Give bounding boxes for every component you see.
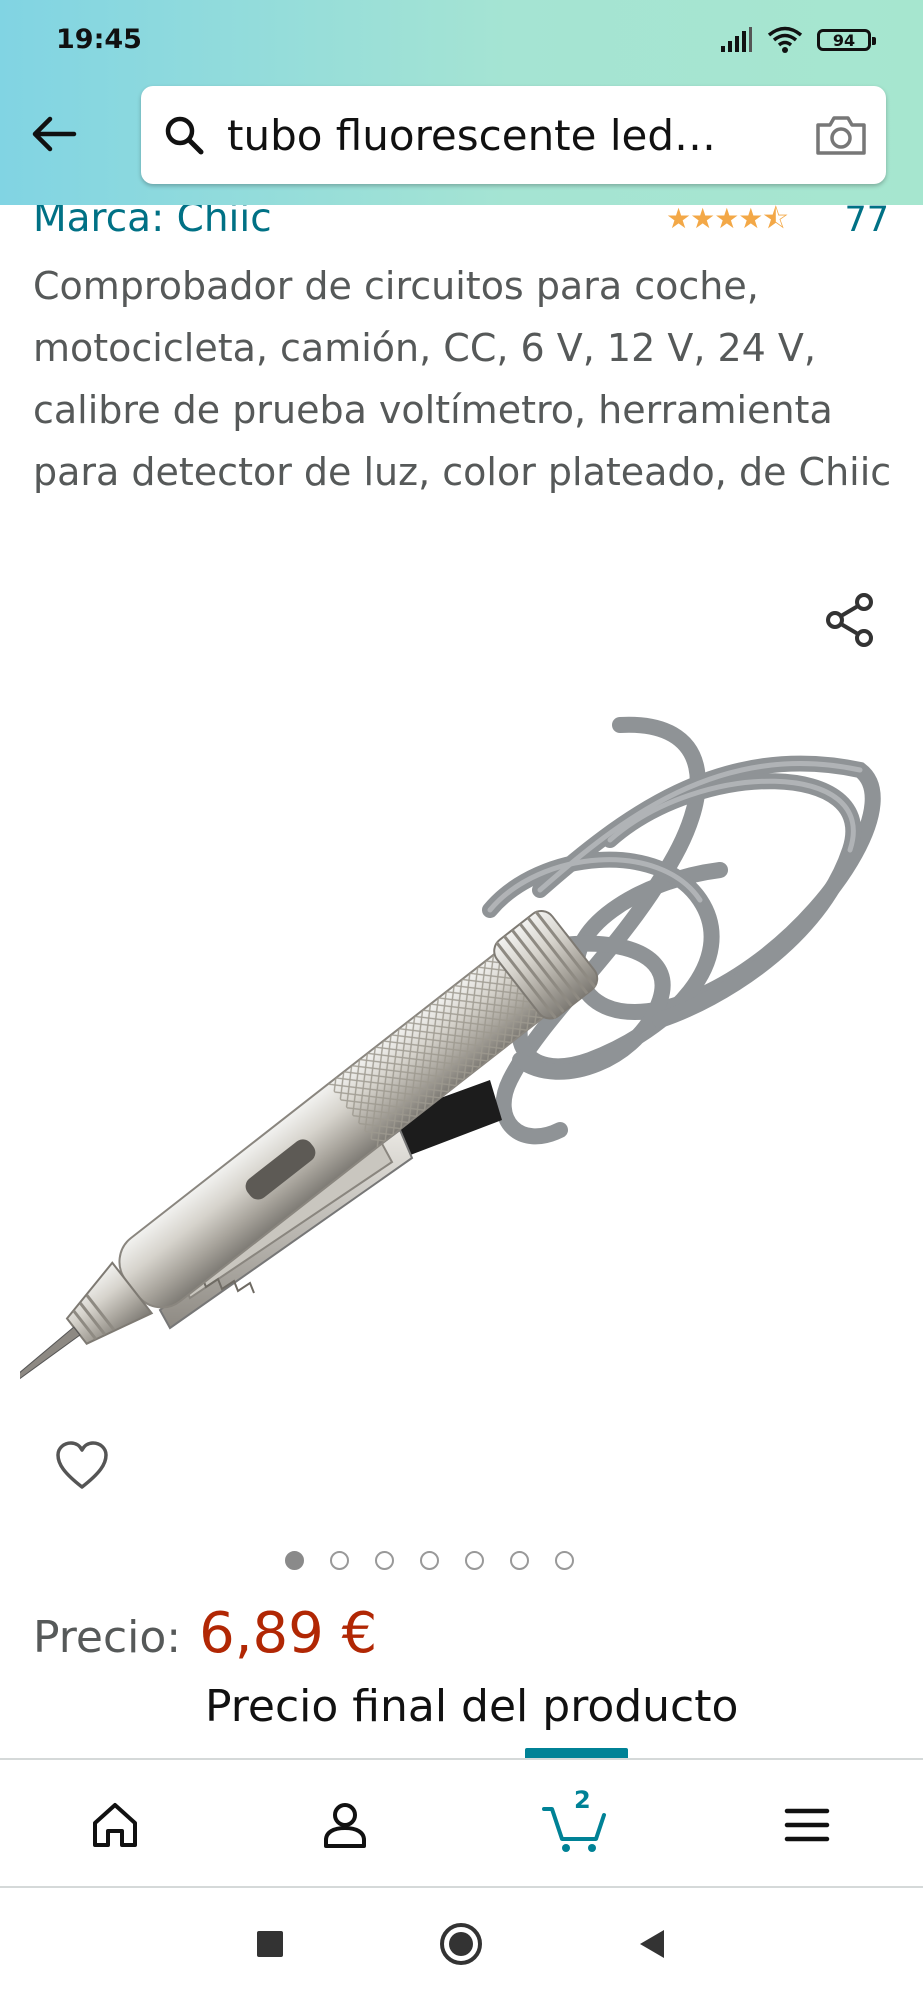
nav-menu[interactable] xyxy=(762,1780,852,1870)
nav-home[interactable] xyxy=(70,1780,160,1870)
battery-icon: 94 xyxy=(817,29,876,51)
camera-icon[interactable] xyxy=(796,113,886,157)
carousel-dot[interactable] xyxy=(555,1551,574,1570)
wifi-icon xyxy=(767,26,803,53)
recents-button[interactable] xyxy=(240,1914,300,1974)
heart-icon xyxy=(56,1441,108,1489)
carousel-dot[interactable] xyxy=(465,1551,484,1570)
share-icon xyxy=(826,593,873,647)
price-note: Precio final del producto xyxy=(205,1681,739,1732)
bottom-navigation: 2 xyxy=(0,1748,923,1888)
carousel-dot[interactable] xyxy=(510,1551,529,1570)
system-navigation-bar xyxy=(0,1888,923,2000)
rating-stars[interactable]: ★★★★⯪ xyxy=(666,198,789,246)
price-value: 6,89 € xyxy=(199,1601,378,1666)
circle-icon xyxy=(440,1923,482,1965)
status-time: 19:45 xyxy=(56,24,142,55)
share-button[interactable] xyxy=(818,588,882,652)
product-title: Comprobador de circuitos para coche, mot… xyxy=(33,264,892,494)
active-tab-indicator xyxy=(525,1748,628,1758)
carousel-dot[interactable] xyxy=(285,1551,304,1570)
price-row: Precio: 6,89 € xyxy=(33,1601,377,1666)
rating-count[interactable]: 77 xyxy=(844,200,889,240)
app-header: 19:45 94 tubo fluorescente led… xyxy=(0,0,923,205)
nav-account[interactable] xyxy=(300,1780,390,1870)
product-image[interactable] xyxy=(20,700,903,1390)
account-icon xyxy=(324,1803,366,1848)
wishlist-button[interactable] xyxy=(52,1436,112,1496)
home-icon xyxy=(93,1803,137,1847)
status-icons: 94 xyxy=(719,26,876,54)
signal-icon xyxy=(721,27,752,52)
cart-count-badge: 2 xyxy=(574,1786,591,1814)
back-button[interactable] xyxy=(26,106,82,162)
nav-cart[interactable]: 2 xyxy=(530,1780,620,1870)
carousel-dot[interactable] xyxy=(420,1551,439,1570)
search-input[interactable]: tubo fluorescente led… xyxy=(227,111,796,160)
carousel-dot[interactable] xyxy=(330,1551,349,1570)
search-icon xyxy=(141,113,227,157)
home-button[interactable] xyxy=(431,1914,491,1974)
menu-icon xyxy=(784,1808,830,1842)
arrow-left-icon xyxy=(32,116,77,152)
price-label: Precio: xyxy=(33,1612,182,1663)
back-nav-button[interactable] xyxy=(622,1914,682,1974)
search-bar[interactable]: tubo fluorescente led… xyxy=(141,86,886,184)
square-icon xyxy=(257,1931,283,1957)
triangle-left-icon xyxy=(640,1930,664,1958)
carousel-dot[interactable] xyxy=(375,1551,394,1570)
image-carousel-dots xyxy=(0,1551,891,1570)
